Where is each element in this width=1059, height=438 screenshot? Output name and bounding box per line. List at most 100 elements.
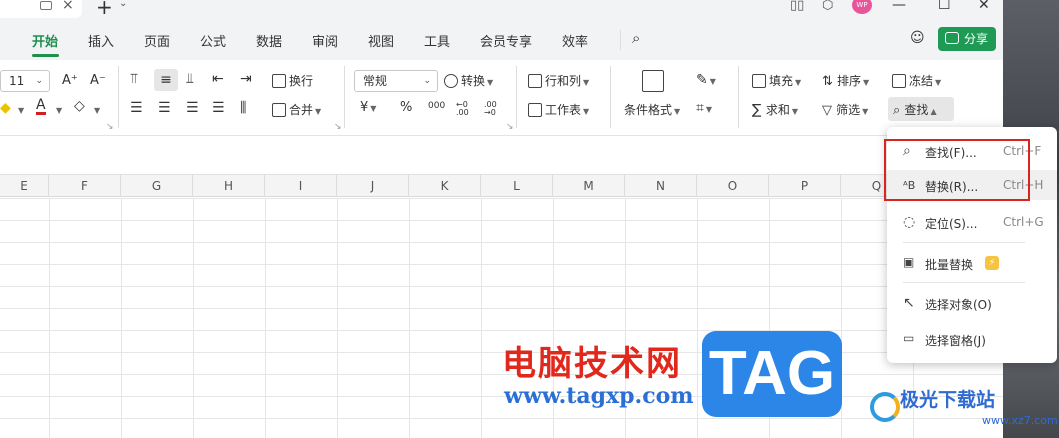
tab-formula[interactable]: 公式 [200, 31, 226, 50]
column-header[interactable]: I [265, 175, 337, 197]
merge-button[interactable]: 合并 ▼ [272, 101, 321, 118]
thousands-button[interactable]: 000 [428, 101, 445, 111]
worksheet-button[interactable]: 工作表 ▼ [528, 101, 589, 118]
close-tab-icon[interactable]: × [62, 0, 74, 13]
share-button[interactable]: 分享 [938, 27, 996, 51]
gridline [409, 198, 410, 438]
column-header[interactable]: O [697, 175, 769, 197]
find-button[interactable]: ⌕ 查找 ▲ [888, 97, 954, 121]
decrease-decimal-button[interactable]: .00 →0 [484, 101, 502, 117]
border-icon[interactable]: ⌗ ▼ [696, 100, 712, 116]
fill-button[interactable]: 填充 ▼ [752, 72, 801, 89]
fill-color-icon[interactable]: ◆ [0, 100, 11, 116]
menu-item-goto[interactable]: ◌ 定位(S)... Ctrl+G [887, 207, 1057, 237]
decrease-font-icon[interactable]: A⁻ [90, 73, 106, 88]
reading-mode-icon[interactable]: ▯▯ [790, 0, 804, 13]
sum-button[interactable]: ∑ 求和 ▼ [752, 101, 798, 118]
indent-increase-icon[interactable]: ⇥ [240, 71, 252, 87]
column-header[interactable]: H [193, 175, 265, 197]
number-format-select[interactable]: 常规 ⌄ [354, 70, 438, 92]
column-header[interactable]: K [409, 175, 481, 197]
increase-decimal-button[interactable]: ←0 .00 [456, 101, 474, 117]
new-tab-icon[interactable]: + [96, 0, 113, 19]
menu-item-batch-replace[interactable]: ▣ 批量替换 ⚡ [887, 248, 1057, 278]
vip-badge-icon: ⚡ [985, 256, 999, 270]
avatar[interactable]: WP [852, 0, 872, 14]
launcher-icon[interactable]: ↘ [506, 122, 514, 132]
column-header[interactable]: N [625, 175, 697, 197]
close-window-icon[interactable]: ✕ [978, 0, 990, 13]
tab-page[interactable]: 页面 [144, 31, 170, 50]
ribbon-toolbar: 11 ⌄ A⁺ A⁻ ◆ ▼ A ▼ ◇ ▼ ↘ ⫪ ≡ ⫫ ⇤ ⇥ 换行 ☰ ☰… [0, 60, 1003, 136]
justify-icon[interactable]: ☰ [212, 100, 225, 116]
chevron-down-icon[interactable]: ▼ [54, 102, 62, 116]
maximize-icon[interactable]: ☐ [938, 0, 951, 13]
indent-decrease-icon[interactable]: ⇤ [212, 71, 224, 87]
currency-button[interactable]: ¥ ▼ [360, 100, 376, 115]
column-header[interactable]: M [553, 175, 625, 197]
conditional-format-icon[interactable] [642, 70, 664, 92]
batch-replace-icon: ▣ [903, 255, 915, 269]
highlight-box [884, 139, 1030, 201]
launcher-icon[interactable]: ↘ [334, 122, 342, 132]
column-header[interactable]: E [0, 175, 49, 197]
chevron-down-icon[interactable]: ▼ [16, 102, 24, 116]
distribute-icon[interactable]: ⫼ [240, 100, 246, 116]
tab-efficiency[interactable]: 效率 [562, 31, 588, 50]
menu-item-select-object[interactable]: ↖ 选择对象(O) [887, 288, 1057, 318]
row-column-button[interactable]: 行和列 ▼ [528, 72, 589, 89]
freeze-button[interactable]: 冻结 ▼ [892, 72, 941, 89]
align-right-icon[interactable]: ☰ [186, 100, 199, 116]
align-middle-icon[interactable]: ≡ [154, 69, 178, 91]
cell-grid[interactable] [0, 198, 1003, 438]
launcher-icon[interactable]: ↘ [106, 122, 114, 132]
filter-button[interactable]: ▽ 筛选 ▼ [822, 101, 868, 118]
tab-data[interactable]: 数据 [256, 31, 282, 50]
increase-font-icon[interactable]: A⁺ [62, 73, 78, 88]
wrap-text-button[interactable]: 换行 [272, 72, 313, 89]
formula-bar[interactable] [0, 137, 1003, 175]
watermark-tag-logo: TAG [702, 331, 842, 417]
convert-button[interactable]: 转换 ▼ [444, 72, 493, 89]
eraser-icon[interactable]: ◇ [74, 98, 85, 114]
font-color-icon[interactable]: A [36, 98, 46, 115]
cell-style-icon[interactable]: ✎ ▼ [696, 72, 716, 88]
search-icon[interactable]: ⌕ [632, 29, 640, 47]
conditional-format-button[interactable]: 条件格式 ▼ [624, 101, 680, 118]
watermark-logo-text: 极光下载站 [900, 389, 996, 411]
align-top-icon[interactable]: ⫪ [130, 71, 138, 87]
chevron-down-icon[interactable]: ⌄ [119, 0, 127, 9]
column-header[interactable]: J [337, 175, 409, 197]
cube-icon[interactable]: ⬡ [822, 0, 833, 13]
divider [516, 66, 517, 128]
chevron-down-icon[interactable]: ▼ [92, 102, 100, 116]
align-left-icon[interactable]: ☰ [130, 100, 143, 116]
chat-icon[interactable]: ☺ [910, 30, 925, 46]
monitor-icon[interactable] [40, 1, 52, 10]
column-header[interactable]: L [481, 175, 553, 197]
tab-insert[interactable]: 插入 [88, 31, 114, 50]
divider [118, 66, 119, 128]
tab-home[interactable]: 开始 [32, 31, 58, 50]
gridline [697, 198, 698, 438]
divider [903, 242, 1025, 243]
column-header[interactable]: G [121, 175, 193, 197]
align-bottom-icon[interactable]: ⫫ [186, 71, 194, 87]
tab-review[interactable]: 审阅 [312, 31, 338, 50]
menu-item-selection-pane[interactable]: ▭ 选择窗格(J) [887, 324, 1057, 354]
gridline [337, 198, 338, 438]
share-icon [945, 32, 959, 44]
column-header[interactable]: F [49, 175, 121, 197]
gridline [193, 198, 194, 438]
minimize-icon[interactable]: — [892, 0, 906, 13]
align-center-icon[interactable]: ☰ [158, 100, 171, 116]
percent-button[interactable]: % [400, 100, 412, 115]
document-tab[interactable]: × [0, 0, 82, 18]
tab-member[interactable]: 会员专享 [480, 31, 532, 50]
tab-view[interactable]: 视图 [368, 31, 394, 50]
column-header[interactable]: P [769, 175, 841, 197]
title-bar: × + ⌄ ▯▯ ⬡ WP — ☐ ✕ [0, 0, 1059, 20]
tab-tools[interactable]: 工具 [424, 31, 450, 50]
sort-button[interactable]: ⇅ 排序 ▼ [822, 72, 869, 89]
font-size-select[interactable]: 11 ⌄ [0, 70, 50, 92]
